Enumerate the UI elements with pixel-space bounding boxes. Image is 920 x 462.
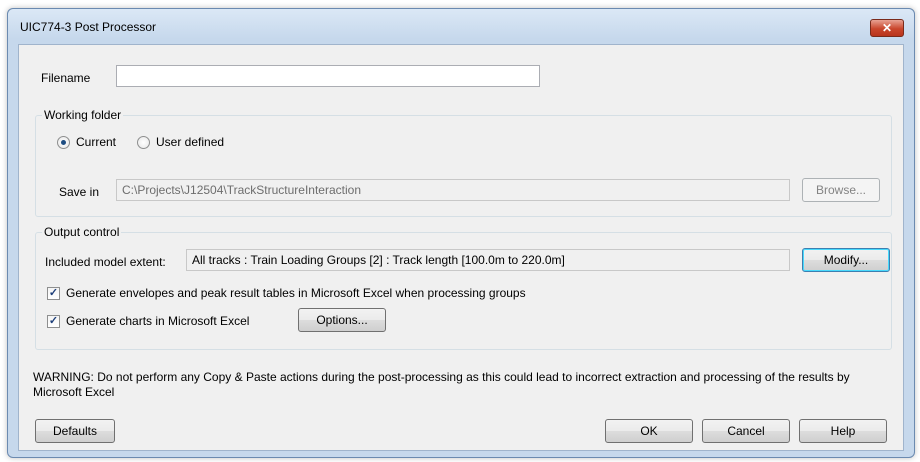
close-button[interactable]: ✕ [870,19,904,37]
model-extent-label: Included model extent: [45,255,166,269]
working-folder-title: Working folder [42,108,124,122]
radio-current-dot [61,140,66,145]
modify-button[interactable]: Modify... [802,248,890,272]
radio-current-label[interactable]: Current [76,135,116,149]
cancel-button[interactable]: Cancel [702,419,790,443]
charts-checkbox[interactable]: ✓ [47,315,60,328]
browse-button: Browse... [802,178,880,202]
window-title: UIC774-3 Post Processor [20,20,157,34]
output-control-group: Output control Included model extent: Al… [35,225,892,350]
model-extent-field: All tracks : Train Loading Groups [2] : … [186,249,790,271]
save-in-label: Save in [59,185,100,199]
filename-input[interactable] [116,65,540,87]
title-bar[interactable]: UIC774-3 Post Processor ✕ [8,9,914,39]
save-in-field: C:\Projects\J12504\TrackStructureInterac… [116,179,790,201]
radio-current[interactable] [57,136,70,149]
help-button[interactable]: Help [799,419,887,443]
radio-user-defined-label[interactable]: User defined [156,135,224,149]
close-icon: ✕ [881,21,893,35]
dialog-body: Filename Working folder Current User def… [18,44,904,451]
envelopes-checkbox[interactable]: ✓ [47,287,60,300]
options-button[interactable]: Options... [298,308,386,332]
radio-user-defined[interactable] [137,136,150,149]
warning-text: WARNING: Do not perform any Copy & Paste… [33,370,850,399]
ok-button[interactable]: OK [605,419,693,443]
output-control-title: Output control [42,225,122,239]
dialog-window: UIC774-3 Post Processor ✕ Filename Worki… [7,8,915,458]
envelopes-checkbox-label[interactable]: Generate envelopes and peak result table… [66,286,526,300]
defaults-button[interactable]: Defaults [35,419,115,443]
filename-label: Filename [41,71,91,85]
working-folder-group: Working folder Current User defined Save… [35,108,892,217]
charts-checkbox-label[interactable]: Generate charts in Microsoft Excel [66,314,249,328]
